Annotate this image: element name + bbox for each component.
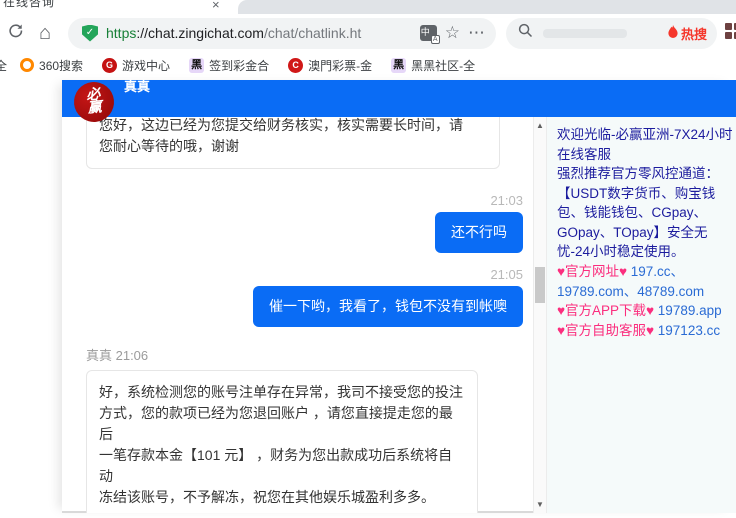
user-message: 催一下哟，我看了，钱包不没有到帐噢 bbox=[253, 286, 523, 327]
official-site-line: ♥官方网址♥ 197.cc、19789.com、48789.com bbox=[557, 262, 734, 301]
hot-search-label: 热搜 bbox=[681, 24, 707, 43]
bookmark-macau-lottery[interactable]: C 澳門彩票-金 bbox=[288, 57, 372, 74]
welcome-line: 强烈推荐官方零风控通道： bbox=[557, 164, 734, 184]
url-text[interactable]: https://chat.zingichat.com/chat/chatlink… bbox=[106, 25, 412, 41]
url-scheme: https bbox=[106, 25, 136, 41]
welcome-line: 【USDT数字货币、购宝钱包、钱能钱包、CGpay、 GOpay、TOpay】安… bbox=[557, 184, 734, 262]
hot-search-button[interactable]: 热搜 bbox=[667, 24, 707, 43]
secure-shield-icon[interactable]: ✓ bbox=[82, 25, 98, 42]
app-download-link[interactable]: 19789.app bbox=[654, 303, 722, 318]
bookmark-star-icon[interactable]: ☆ bbox=[445, 23, 460, 43]
message-list: 您好，这边已经为您提交给财务核实，核实需要长时间，请 您耐心等待的哦，谢谢 21… bbox=[62, 117, 533, 513]
home-icon[interactable]: ⌂ bbox=[30, 22, 60, 45]
tab-close-icon[interactable]: × bbox=[212, 0, 220, 12]
translate-icon[interactable]: 中 A bbox=[420, 25, 437, 41]
hei-icon: 黑 bbox=[391, 58, 406, 73]
agent-message: 好，系统检测您的账号注单存在异常，我司不接受您的投注 方式，您的款项已经为您退回… bbox=[86, 370, 478, 513]
bookmarks-bar: 全 360搜索 G 游戏中心 黑 签到彩金合 C 澳門彩票-金 黑 黑黑社区-全 bbox=[0, 52, 736, 78]
game-center-icon: G bbox=[102, 58, 117, 73]
message-timestamp: 21:03 bbox=[490, 193, 523, 208]
agent-name: 真真 bbox=[124, 76, 150, 95]
search-box[interactable]: 热搜 bbox=[506, 18, 717, 49]
self-service-line: ♥官方自助客服♥ 197123.cc bbox=[557, 321, 734, 341]
app-download-line: ♥官方APP下载♥ 19789.app bbox=[557, 301, 734, 321]
hei-icon: 黑 bbox=[189, 58, 204, 73]
address-bar[interactable]: ✓ https://chat.zingichat.com/chat/chatli… bbox=[68, 18, 496, 49]
macau-icon: C bbox=[288, 58, 303, 73]
refresh-icon[interactable] bbox=[0, 22, 30, 44]
tab-strip-background bbox=[238, 0, 736, 14]
bookmark-heihei-community[interactable]: 黑 黑黑社区-全 bbox=[391, 57, 475, 74]
scrollbar-thumb[interactable] bbox=[535, 267, 545, 303]
bookmark-game-center[interactable]: G 游戏中心 bbox=[102, 57, 170, 74]
more-options-icon[interactable]: ⋯ bbox=[468, 23, 486, 43]
browser-toolbar: ⌂ ✓ https://chat.zingichat.com/chat/chat… bbox=[0, 14, 736, 52]
url-host: ://chat.zingichat.com bbox=[136, 25, 264, 41]
agent-name-timestamp: 真真 21:06 bbox=[86, 345, 148, 364]
360-icon bbox=[20, 58, 34, 72]
agent-message: 您好，这边已经为您提交给财务核实，核实需要长时间，请 您耐心等待的哦，谢谢 bbox=[86, 117, 500, 169]
welcome-sidebar: 欢迎光临-必赢亚洲-7X24小时在线客服 强烈推荐官方零风控通道： 【USDT数… bbox=[547, 117, 736, 513]
welcome-line: 欢迎光临-必赢亚洲-7X24小时在线客服 bbox=[557, 125, 734, 164]
bookmark-quan[interactable]: 全 bbox=[0, 57, 7, 74]
bookmark-360-search[interactable]: 360搜索 bbox=[20, 57, 83, 74]
search-icon bbox=[518, 23, 533, 43]
user-message: 还不行吗 bbox=[435, 212, 523, 253]
chat-scrollbar[interactable]: ▲ ▼ bbox=[533, 117, 547, 513]
self-service-link[interactable]: 197123.cc bbox=[654, 323, 720, 338]
scroll-down-icon[interactable]: ▼ bbox=[534, 500, 546, 509]
scroll-up-icon[interactable]: ▲ bbox=[534, 121, 546, 130]
search-placeholder-faint bbox=[543, 29, 627, 38]
chat-window: 必 赢 真真 您好，这边已经为您提交给财务核实，核实需要长时间，请 您耐心等待的… bbox=[62, 80, 736, 513]
tab-title[interactable]: 在线咨询 bbox=[3, 0, 55, 10]
chat-header: 必 赢 真真 bbox=[62, 80, 736, 117]
bookmark-signin-bonus[interactable]: 黑 签到彩金合 bbox=[189, 57, 269, 74]
flame-icon bbox=[667, 25, 679, 42]
tab-strip: 在线咨询 × bbox=[0, 0, 736, 14]
chat-body: 您好，这边已经为您提交给财务核实，核实需要长时间，请 您耐心等待的哦，谢谢 21… bbox=[62, 117, 736, 513]
message-timestamp: 21:05 bbox=[490, 267, 523, 282]
url-path: /chat/chatlink.ht bbox=[264, 25, 361, 41]
apps-grid-icon[interactable] bbox=[725, 23, 736, 44]
